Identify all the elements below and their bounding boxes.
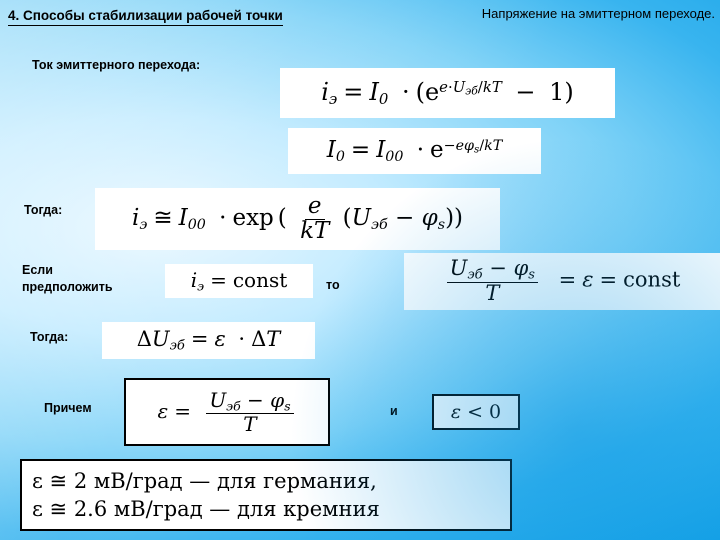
slide-canvas: 4. Способы стабилизации рабочей точки На… bbox=[0, 0, 720, 540]
label-and: и bbox=[390, 404, 398, 418]
label-then-1: Тогда: bbox=[24, 203, 63, 217]
formula-constant-current: iэ = const bbox=[165, 264, 313, 298]
formula-delta-voltage: ΔUэб = ε · ΔT bbox=[102, 322, 315, 359]
label-emitter-current: Ток эмиттерного перехода: bbox=[32, 58, 201, 72]
formula-emitter-current: iэ = I0 · (ee·Uэб/kT − 1) bbox=[280, 68, 615, 118]
epsilon-value-silicon: ε ≅ 2.6 мВ/град — для кремния bbox=[32, 497, 380, 521]
label-then-2: Тогда: bbox=[30, 330, 69, 344]
label-to: то bbox=[326, 278, 340, 292]
formula-epsilon-boxed: ε = Uэб − φs T bbox=[124, 378, 330, 446]
page-title: 4. Способы стабилизации рабочей точки bbox=[8, 8, 283, 26]
label-moreover: Причем bbox=[44, 401, 92, 415]
label-if-assume: Если предположить bbox=[22, 263, 113, 294]
epsilon-value-germanium: ε ≅ 2 мВ/град — для германия, bbox=[32, 469, 377, 493]
slide-header-note: Напряжение на эмиттерном переходе. bbox=[481, 6, 715, 21]
formula-epsilon-negative-boxed: ε <0 bbox=[432, 394, 520, 430]
formula-saturation-current: I0 = I00 · e−eφs/kT bbox=[288, 128, 541, 174]
formula-epsilon-definition: Uэб − φs T = ε = const bbox=[404, 253, 720, 310]
formula-emitter-current-approx: iэ ≅ I00 · exp( e kT (Uэб − φs)) bbox=[95, 188, 500, 250]
formula-epsilon-values-boxed: ε ≅ 2 мВ/град — для германия, ε ≅ 2.6 мВ… bbox=[20, 459, 512, 531]
